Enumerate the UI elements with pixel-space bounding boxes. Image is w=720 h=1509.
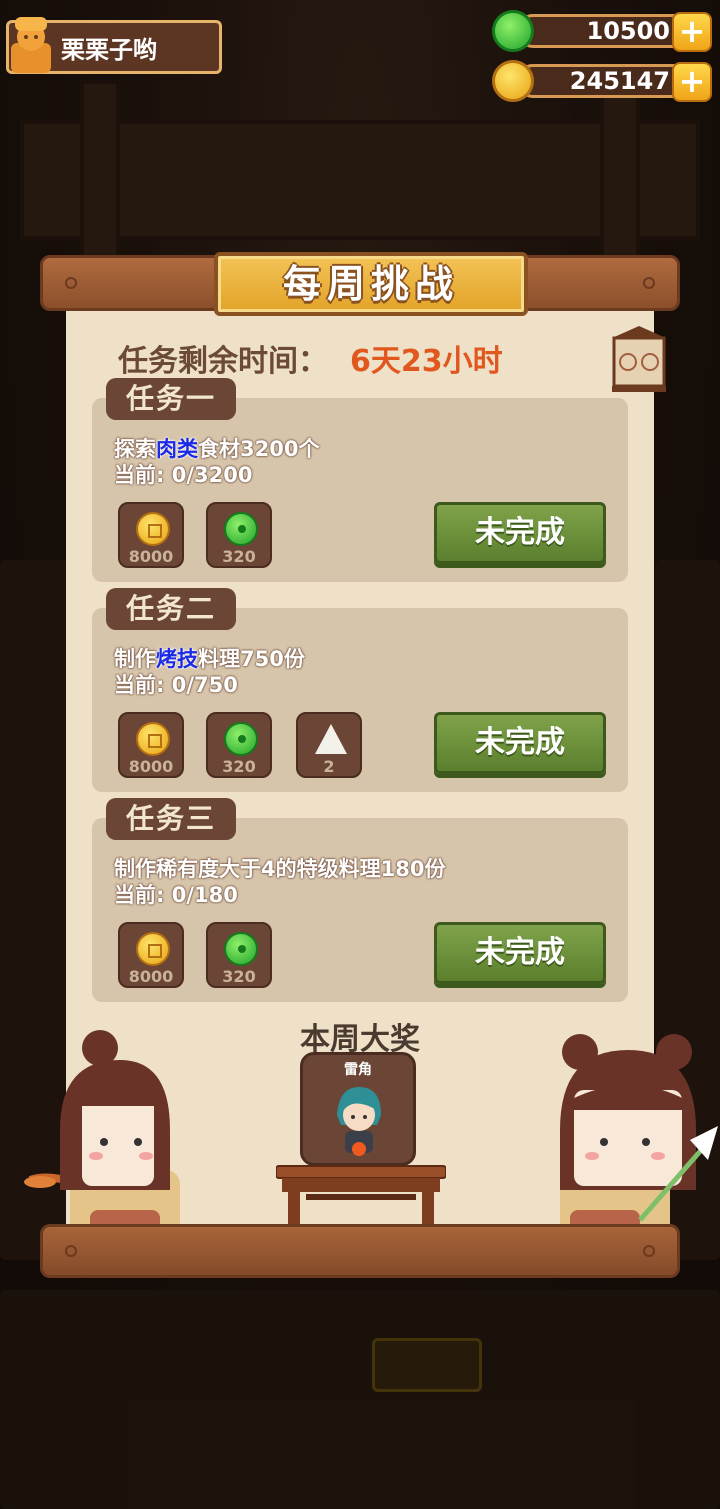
task-progress: 当前: 0/3200 (114, 463, 253, 487)
coin-icon (136, 932, 170, 966)
coin-amount: 245147 (569, 67, 670, 95)
chef-character-icon (329, 1081, 389, 1165)
task-tag: 任务一 (106, 378, 237, 420)
player-badge[interactable]: 栗栗子哟 (6, 17, 222, 74)
timer-label: 任务剩余时间： (118, 344, 328, 379)
coin-currency: 245147 + (492, 60, 712, 102)
task-timer: 任务剩余时间： 6天23小时 (118, 336, 503, 380)
reward-coin[interactable]: 8000 (118, 712, 184, 778)
task-status-button[interactable]: 未完成 (434, 922, 606, 984)
weekly-prize-card[interactable]: 雷角 (300, 1052, 416, 1166)
task-description: 制作稀有度大于4的特级料理180份 当前: 0/180 (114, 857, 446, 907)
player-name: 栗栗子哟 (61, 35, 157, 64)
panel-title: 每周挑战 (282, 262, 459, 306)
wooden-table (275, 1164, 447, 1226)
panel-bottom-board (40, 1224, 680, 1278)
jade-amount: 10500 (586, 17, 671, 45)
reward-coin[interactable]: 8000 (118, 922, 184, 988)
jade-currency: 10500 + (492, 10, 712, 52)
jade-icon (224, 932, 258, 966)
task-card: 任务三 制作稀有度大于4的特级料理180份 当前: 0/180 8000 320… (92, 798, 628, 1002)
coin-icon (136, 722, 170, 756)
coin-icon (136, 512, 170, 546)
jade-icon (224, 722, 258, 756)
reward-jade[interactable]: 320 (206, 922, 272, 988)
timer-value: 6天23小时 (350, 344, 503, 379)
panel-title-plate: 每周挑战 (214, 252, 528, 316)
coin-icon (492, 60, 534, 102)
task-tag: 任务二 (106, 588, 237, 630)
task-tag: 任务三 (106, 798, 237, 840)
lantern-icon (606, 324, 672, 396)
task-card: 任务一 探索肉类食材3200个 当前: 0/3200 8000 320 未完成 (92, 378, 628, 582)
task-status-button[interactable]: 未完成 (434, 712, 606, 774)
prize-name: 雷角 (344, 1062, 372, 1078)
task-card: 任务二 制作烤技料理750份 当前: 0/750 8000 320 2 未完成 (92, 588, 628, 792)
task-description: 探索肉类食材3200个 当前: 0/3200 (114, 437, 320, 487)
add-coin-button[interactable]: + (672, 62, 712, 102)
chef-avatar-icon (5, 15, 57, 73)
jade-icon (224, 512, 258, 546)
reward-coin[interactable]: 8000 (118, 502, 184, 568)
add-jade-button[interactable]: + (672, 12, 712, 52)
task-description: 制作烤技料理750份 当前: 0/750 (114, 647, 305, 697)
reward-rice-ball[interactable]: 2 (296, 712, 362, 778)
rice-ball-icon (315, 724, 347, 754)
jade-icon (492, 10, 534, 52)
task-status-button[interactable]: 未完成 (434, 502, 606, 564)
task-progress: 当前: 0/180 (114, 883, 238, 907)
reward-jade[interactable]: 320 (206, 502, 272, 568)
reward-jade[interactable]: 320 (206, 712, 272, 778)
task-progress: 当前: 0/750 (114, 673, 238, 697)
